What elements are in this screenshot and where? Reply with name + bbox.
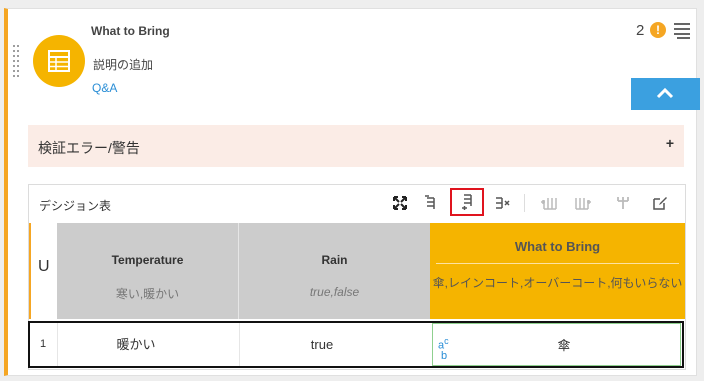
hit-policy: U xyxy=(38,258,50,275)
add-rule-below-button[interactable] xyxy=(450,188,484,216)
add-output-icon[interactable] xyxy=(574,194,592,212)
decision-table-label: デシジョン表 xyxy=(39,199,112,213)
chevron-up-icon xyxy=(656,87,674,99)
add-rule-below-icon xyxy=(462,194,472,210)
table-icon xyxy=(48,50,70,72)
output-cell[interactable]: ac b 傘 xyxy=(432,323,681,366)
node-title[interactable]: What to Bring xyxy=(91,24,170,38)
input-column-rain[interactable]: Rain true,false xyxy=(239,223,430,319)
warning-count: 2 xyxy=(636,22,645,39)
warning-icon[interactable]: ! xyxy=(650,22,666,38)
qa-link[interactable]: Q&A xyxy=(92,81,117,95)
menu-icon[interactable] xyxy=(674,22,690,39)
validation-panel[interactable]: 検証エラー/警告 + xyxy=(28,125,684,167)
drag-handle[interactable] xyxy=(13,45,21,81)
collapse-button[interactable] xyxy=(631,78,700,110)
row-number: 1 xyxy=(39,338,47,350)
input-values: 寒い,暖かい xyxy=(115,287,180,301)
toolbar-divider xyxy=(524,194,525,212)
node-description[interactable]: 説明の追加 xyxy=(93,56,153,73)
output-divider xyxy=(436,263,679,264)
output-value: 傘 xyxy=(557,338,571,353)
output-values: 傘,レインコート,オーバーコート,何もいらない xyxy=(432,276,683,290)
decision-node-card: What to Bring 説明の追加 Q&A 2 ! 検証エラー/警告 + デ… xyxy=(4,8,700,376)
decision-table: デシジョン表 U Temperature 寒い,暖かい Rain true,fa… xyxy=(28,184,686,370)
input-name: Temperature xyxy=(111,253,184,267)
merge-icon[interactable] xyxy=(614,194,632,212)
fullscreen-icon[interactable] xyxy=(391,194,409,212)
expand-icon[interactable]: + xyxy=(666,135,674,151)
validation-label: 検証エラー/警告 xyxy=(38,140,140,156)
edit-icon[interactable] xyxy=(651,194,669,212)
add-input-icon[interactable] xyxy=(540,194,558,212)
temperature-cell[interactable]: 暖かい xyxy=(58,323,214,366)
output-column-what-to-bring[interactable]: What to Bring 傘,レインコート,オーバーコート,何もいらない xyxy=(430,223,685,319)
decision-table-avatar xyxy=(33,35,85,87)
hit-policy-cell[interactable]: U xyxy=(29,223,57,319)
output-name: What to Bring xyxy=(514,239,601,254)
input-name: Rain xyxy=(321,253,348,267)
delete-rule-icon[interactable] xyxy=(494,194,512,212)
table-row[interactable]: 1 暖かい true ac b 傘 xyxy=(28,321,684,368)
input-values: true,false xyxy=(309,285,360,299)
add-rule-above-icon[interactable] xyxy=(422,194,440,212)
input-column-temperature[interactable]: Temperature 寒い,暖かい xyxy=(57,223,238,319)
rain-cell[interactable]: true xyxy=(240,323,404,366)
decision-table-header: デシジョン表 xyxy=(29,185,685,223)
